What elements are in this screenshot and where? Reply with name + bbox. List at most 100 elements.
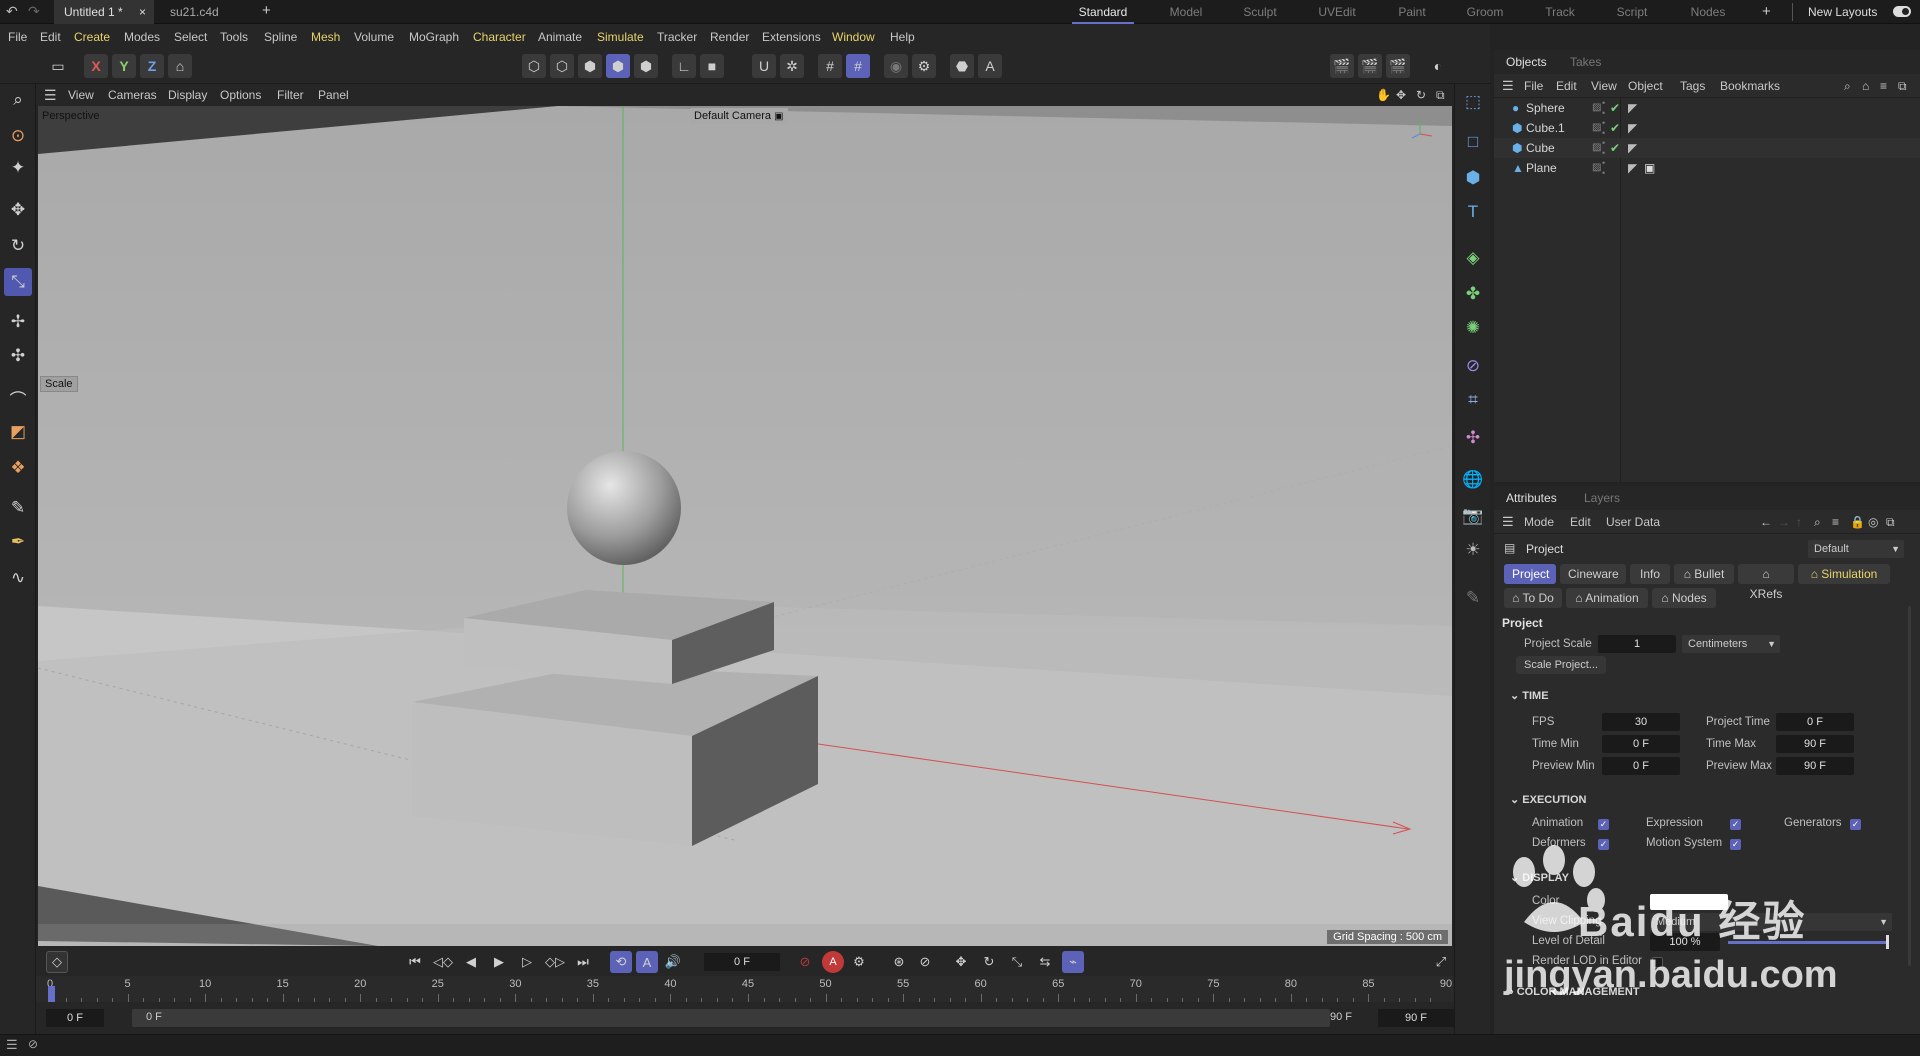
rotate-view-icon[interactable]: ↻ (1416, 84, 1426, 106)
rotate-tool-icon[interactable]: ↻ (4, 232, 32, 260)
tab-attributes[interactable]: Attributes (1506, 486, 1557, 510)
key-rotation-icon[interactable]: ⊘ (914, 951, 936, 973)
timeline-ruler[interactable]: 0 5 10 15 20 25 30 35 40 45 50 55 60 65 70 75 80 85 90 (36, 976, 1454, 1002)
axis-z-button[interactable]: Z (140, 54, 164, 78)
animation-checkbox[interactable]: ✓ (1598, 819, 1609, 830)
null-object-icon[interactable]: □ (1459, 128, 1487, 156)
next-key-icon[interactable]: ◇▷ (544, 951, 566, 973)
viewport-menu-options[interactable]: Options (220, 84, 261, 106)
play-icon[interactable]: ▶ (488, 951, 510, 973)
tab-xrefs[interactable]: ⌂ XRefs (1738, 564, 1794, 601)
filter-icon[interactable]: ≡ (1832, 510, 1839, 534)
subdivision-icon[interactable]: ◈ (1459, 244, 1487, 272)
tab-bullet[interactable]: ⌂ Bullet (1674, 564, 1734, 584)
filter-icon[interactable]: ≡ (1880, 74, 1887, 98)
layer-icon[interactable]: ▨ (1592, 138, 1601, 158)
edges-mode-icon[interactable]: ⬡ (550, 54, 574, 78)
sound-icon[interactable]: 🔊 (662, 951, 684, 973)
tag-icon[interactable]: ✎ (1459, 584, 1487, 612)
visibility-dots[interactable]: • • (1602, 138, 1605, 158)
settings-gear-icon[interactable]: ⚙ (912, 54, 936, 78)
axis-tool-icon[interactable]: ✣ (4, 342, 32, 370)
fcurve-icon[interactable]: ⤢ (1430, 951, 1452, 973)
environment-icon[interactable]: 🌐 (1459, 466, 1487, 494)
objects-menu-object[interactable]: Object (1628, 74, 1663, 98)
time-min-field[interactable]: 0 F (1602, 735, 1680, 753)
camera-object-icon[interactable]: ⬚ (1459, 88, 1487, 116)
snap-icon[interactable]: U (752, 54, 776, 78)
light-icon[interactable]: ☀ (1459, 536, 1487, 564)
current-frame-field[interactable]: 0 F (704, 953, 780, 971)
autokey-icon[interactable]: A (822, 951, 844, 973)
project-scale-field[interactable]: 1 (1598, 635, 1676, 653)
bevel-tool-icon[interactable]: ❖ (4, 454, 32, 482)
scrollbar[interactable] (1908, 606, 1911, 966)
previous-frame-icon[interactable]: ◀ (460, 951, 482, 973)
auto-icon[interactable]: A (978, 54, 1002, 78)
objects-menu-tags[interactable]: Tags (1680, 74, 1705, 98)
grid-icon[interactable]: # (818, 54, 842, 78)
add-layout-button[interactable]: + (1762, 3, 1771, 20)
tab-animation[interactable]: ⌂ Animation (1566, 588, 1648, 608)
preview-min-field[interactable]: 0 F (1602, 757, 1680, 775)
unit-dropdown[interactable]: Centimeters ▼ (1682, 635, 1780, 653)
new-tab-button[interactable]: + (262, 2, 271, 19)
cloner-icon[interactable]: ✤ (1459, 280, 1487, 308)
menu-character[interactable]: Character (473, 24, 526, 50)
objects-menu-edit[interactable]: Edit (1556, 74, 1577, 98)
list-item[interactable]: ● Sphere ▨ • • ✔ ◤ (1494, 98, 1920, 118)
visibility-dots[interactable]: • • (1602, 98, 1605, 118)
polygons-mode-icon[interactable]: ⬢ (578, 54, 602, 78)
list-item[interactable]: ⬢ Cube.1 ▨ • • ✔ ◤ (1494, 118, 1920, 138)
menu-help[interactable]: Help (890, 24, 915, 50)
menu-spline[interactable]: Spline (264, 24, 297, 50)
scale-tool-icon[interactable]: ⤡ (4, 268, 32, 296)
preview-max-field[interactable]: 90 F (1776, 757, 1854, 775)
menu-create[interactable]: Create (74, 24, 110, 50)
render-disabled-icon[interactable]: ◉ (884, 54, 908, 78)
render-picture-icon[interactable]: 🎬 (1358, 54, 1382, 78)
rotate-key-icon[interactable]: ↻ (978, 951, 1000, 973)
motion-system-checkbox[interactable]: ✓ (1730, 839, 1741, 850)
layer-icon[interactable]: ▨ (1592, 158, 1601, 178)
knife-tool-icon[interactable]: ⌒ (4, 384, 32, 412)
list-item[interactable]: ▲ Plane ▨ • • ◤ ▣ (1494, 158, 1920, 178)
list-item[interactable]: ⬢ Cube ▨ • • ✔ ◤ (1494, 138, 1920, 158)
lock-view-icon[interactable]: ◐ (1426, 54, 1450, 78)
scale-project-button[interactable]: Scale Project... (1516, 656, 1606, 674)
hamburger-icon[interactable]: ☰ (1502, 510, 1514, 534)
coordinate-system-icon[interactable]: ⌂ (168, 54, 192, 78)
undo-icon[interactable]: ↶ (6, 3, 18, 20)
project-time-field[interactable]: 0 F (1776, 713, 1854, 731)
viewport-menu-display[interactable]: Display (168, 84, 207, 106)
pan-view-icon[interactable]: ✋ (1376, 84, 1391, 106)
visibility-dots[interactable]: • • (1602, 158, 1605, 178)
back-arrow-icon[interactable]: ← (1760, 510, 1772, 534)
camera-icon[interactable]: 📷 (1459, 502, 1487, 530)
key-position-icon[interactable]: ⊛ (888, 951, 910, 973)
go-to-end-icon[interactable]: ⏭ (572, 951, 594, 973)
attributes-menu-user-data[interactable]: User Data (1606, 510, 1660, 534)
lod-field[interactable]: 100 % (1650, 933, 1720, 951)
transform-tool-icon[interactable]: ✢ (4, 308, 32, 336)
settings-icon[interactable]: ◎ (1868, 510, 1878, 534)
menu-render[interactable]: Render (710, 24, 749, 50)
hamburger-icon[interactable]: ☰ (44, 84, 57, 106)
layout-tab-sculpt[interactable]: Sculpt (1230, 0, 1290, 24)
display-section-header[interactable]: ⌄ DISPLAY (1510, 870, 1569, 886)
attributes-menu-edit[interactable]: Edit (1570, 510, 1591, 534)
document-tab-su21[interactable]: su21.c4d (160, 0, 260, 24)
tab-takes[interactable]: Takes (1570, 50, 1601, 74)
up-arrow-icon[interactable]: ↑ (1796, 510, 1802, 534)
viewport-menu-panel[interactable]: Panel (318, 84, 349, 106)
material-tag-icon[interactable]: ▣ (1644, 158, 1655, 178)
new-layouts-label[interactable]: New Layouts (1808, 5, 1877, 19)
preset-dropdown[interactable]: Default ▼ (1808, 540, 1904, 558)
fps-field[interactable]: 30 (1602, 713, 1680, 731)
tab-simulation[interactable]: ⌂ Simulation (1798, 564, 1890, 584)
layout-tab-standard[interactable]: Standard (1072, 0, 1134, 24)
deformer-icon[interactable]: ⊘ (1459, 352, 1487, 380)
extrude-tool-icon[interactable]: ◩ (4, 418, 32, 446)
tab-layers[interactable]: Layers (1584, 486, 1620, 510)
attributes-menu-mode[interactable]: Mode (1524, 510, 1554, 534)
